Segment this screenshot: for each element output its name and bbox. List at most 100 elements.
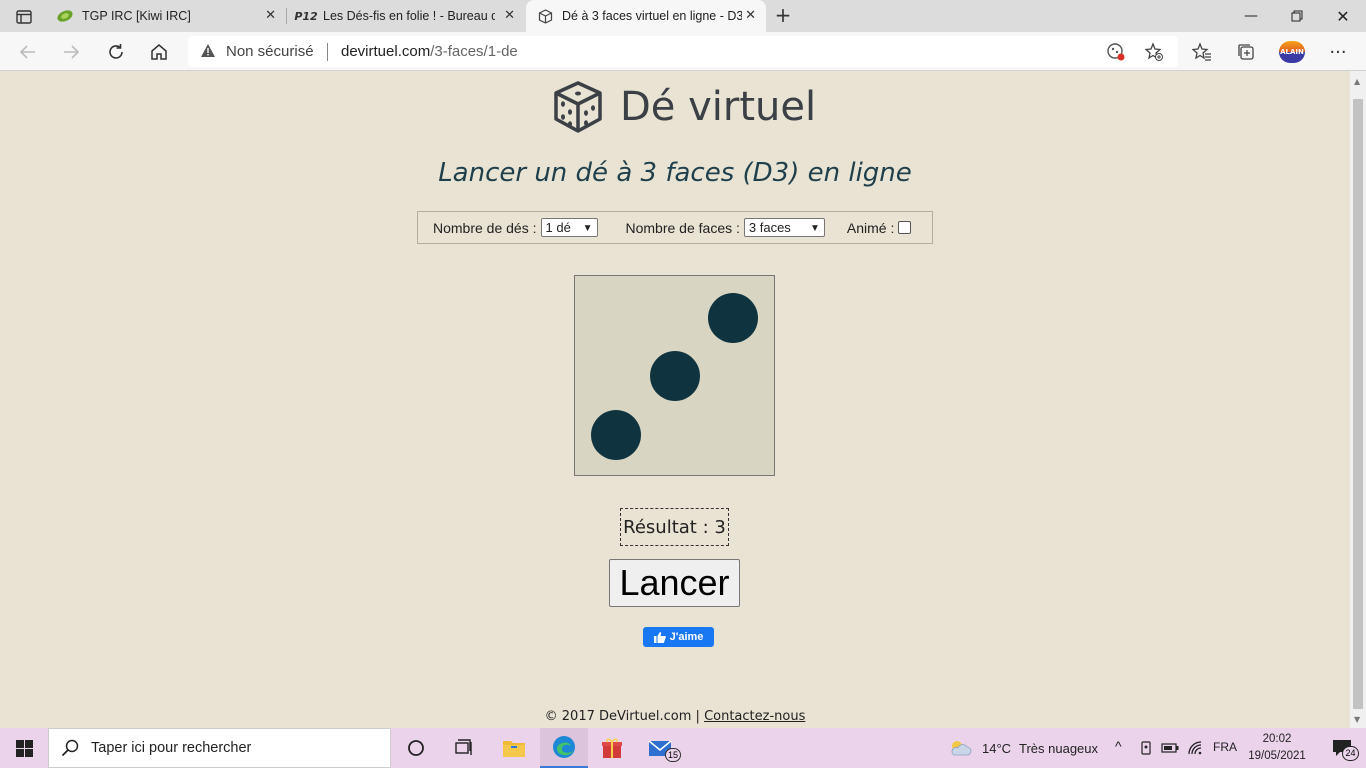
- dice-logo-icon: [554, 81, 602, 133]
- site-logo[interactable]: Dé virtuel: [550, 79, 816, 135]
- navigation-bar: Non sécurisé devirtuel.com/3-faces/1-de …: [0, 32, 1366, 71]
- close-window-icon[interactable]: ✕: [1320, 0, 1366, 32]
- start-button[interactable]: [0, 728, 48, 768]
- die-face: [574, 275, 775, 476]
- weather-description[interactable]: Très nuageux: [1019, 741, 1098, 756]
- animated-checkbox[interactable]: [898, 221, 912, 234]
- p12-favicon-icon: P12: [294, 9, 318, 23]
- back-arrow-icon: [19, 45, 35, 59]
- favorites-star-icon: [1192, 42, 1211, 61]
- like-label: J'aime: [669, 631, 704, 643]
- task-view-icon: [455, 739, 472, 755]
- tracking-prevention-icon: [1107, 43, 1125, 61]
- tab-title: TGP IRC [Kiwi IRC]: [82, 9, 191, 23]
- collections-icon: [1238, 44, 1254, 60]
- star-add-icon: [1144, 42, 1163, 61]
- scrollbar-thumb[interactable]: [1353, 99, 1363, 709]
- collections-button[interactable]: [1233, 39, 1259, 65]
- kiwi-favicon-icon: [56, 8, 74, 24]
- address-bar[interactable]: Non sécurisé devirtuel.com/3-faces/1-de: [188, 36, 1178, 67]
- home-button[interactable]: [146, 39, 172, 65]
- thumbs-up-icon: [653, 631, 666, 643]
- input-language[interactable]: FRA: [1213, 740, 1237, 754]
- warning-icon[interactable]: [200, 43, 216, 62]
- tab-de-virtuel[interactable]: Dé à 3 faces virtuel en ligne - D3 ✕: [526, 0, 766, 32]
- weather-temperature[interactable]: 14°C: [982, 741, 1011, 756]
- wifi-icon[interactable]: [1184, 728, 1208, 768]
- url-separator: [327, 43, 328, 61]
- profile-avatar: ALAIN: [1279, 41, 1305, 63]
- search-icon: [61, 739, 79, 757]
- tab-close-icon[interactable]: ✕: [265, 8, 276, 23]
- die-pip: [591, 410, 641, 460]
- security-status-label[interactable]: Non sécurisé: [226, 43, 314, 60]
- dice-favicon-icon: [536, 8, 554, 24]
- tab-kiwi-irc[interactable]: TGP IRC [Kiwi IRC] ✕: [46, 0, 286, 32]
- favorites-button[interactable]: [1189, 39, 1215, 65]
- meet-now-icon[interactable]: [1136, 728, 1158, 768]
- url-text[interactable]: devirtuel.com/3-faces/1-de: [341, 43, 518, 60]
- tab-title: Les Dés-fis en folie ! - Bureau de: [323, 9, 495, 23]
- profile-button[interactable]: ALAIN: [1279, 39, 1305, 65]
- back-button[interactable]: [15, 39, 41, 65]
- scroll-up-arrow-icon[interactable]: ▲: [1354, 77, 1360, 86]
- forward-arrow-icon: [64, 45, 80, 59]
- clock-time: 20:02: [1262, 733, 1292, 745]
- die-pip: [650, 351, 700, 401]
- taskbar-search-box[interactable]: Taper ici pour rechercher: [48, 728, 391, 768]
- footer: © 2017 DeVirtuel.com | Contactez-nous: [0, 709, 1350, 724]
- chevron-down-icon: ▼: [582, 223, 593, 234]
- mail-button[interactable]: 15: [637, 728, 685, 768]
- show-hidden-icons-chevron-up-icon[interactable]: ^: [1115, 738, 1122, 754]
- faces-count-select[interactable]: 3 faces ▼: [743, 218, 825, 237]
- windows-logo-icon: [15, 739, 33, 757]
- chevron-down-icon: ▼: [809, 223, 820, 234]
- logo-text: Dé virtuel: [620, 84, 817, 130]
- taskbar: Taper ici pour rechercher 15 14°C Très n…: [0, 728, 1366, 768]
- taskbar-clock[interactable]: 20:02 19/05/2021: [1248, 731, 1306, 765]
- tab-title: Dé à 3 faces virtuel en ligne - D3: [562, 9, 742, 23]
- action-center-button[interactable]: 24: [1318, 728, 1366, 768]
- clock-date: 19/05/2021: [1248, 750, 1306, 762]
- task-view-button[interactable]: [440, 728, 488, 768]
- options-panel: Nombre de dés : 1 dé ▼ Nombre de faces : …: [417, 211, 933, 244]
- new-tab-plus-icon[interactable]: +: [772, 4, 794, 26]
- dice-count-select[interactable]: 1 dé ▼: [540, 218, 598, 237]
- tab-strip: TGP IRC [Kiwi IRC] ✕ P12 Les Dés-fis en …: [0, 0, 1366, 32]
- animated-label: Animé :: [846, 219, 895, 236]
- tab-actions-button[interactable]: [8, 6, 40, 28]
- tab-actions-icon: [16, 10, 32, 24]
- refresh-button[interactable]: [103, 39, 129, 65]
- facebook-like-button[interactable]: J'aime: [643, 627, 714, 647]
- faces-count-value: 3 faces: [748, 220, 791, 235]
- tab-close-icon[interactable]: ✕: [745, 8, 756, 23]
- battery-icon[interactable]: [1158, 728, 1182, 768]
- folder-icon: [503, 741, 525, 757]
- add-favorite-button[interactable]: [1141, 39, 1167, 65]
- minimize-icon[interactable]: —: [1228, 0, 1274, 32]
- vertical-scrollbar[interactable]: ▲ ▼: [1350, 71, 1366, 728]
- tracking-prevention-button[interactable]: [1103, 39, 1129, 65]
- restore-icon[interactable]: [1274, 0, 1320, 32]
- contact-link[interactable]: Contactez-nous: [704, 709, 805, 724]
- gift-app-button[interactable]: [588, 728, 636, 768]
- tab-des-fis[interactable]: P12 Les Dés-fis en folie ! - Bureau de ✕: [287, 0, 525, 32]
- mail-badge: 15: [665, 748, 681, 762]
- more-menu-icon[interactable]: ···: [1325, 39, 1351, 65]
- die-pip: [708, 293, 758, 343]
- file-explorer-button[interactable]: [490, 728, 538, 768]
- weather-widget[interactable]: [936, 728, 984, 768]
- notification-count-badge: 24: [1342, 746, 1359, 761]
- roll-button[interactable]: Lancer: [609, 559, 740, 607]
- page-content: Dé virtuel Lancer un dé à 3 faces (D3) e…: [0, 71, 1350, 728]
- footer-copyright: © 2017 DeVirtuel.com |: [544, 709, 700, 724]
- forward-button[interactable]: [58, 39, 84, 65]
- url-host: devirtuel.com: [341, 43, 431, 60]
- cortana-button[interactable]: [392, 728, 440, 768]
- cortana-circle-icon: [408, 740, 424, 756]
- tab-close-icon[interactable]: ✕: [504, 8, 515, 23]
- scroll-down-arrow-icon[interactable]: ▼: [1354, 715, 1360, 724]
- gift-icon: [602, 738, 622, 758]
- edge-browser-button[interactable]: [540, 728, 588, 768]
- page-title: Lancer un dé à 3 faces (D3) en ligne: [438, 158, 912, 188]
